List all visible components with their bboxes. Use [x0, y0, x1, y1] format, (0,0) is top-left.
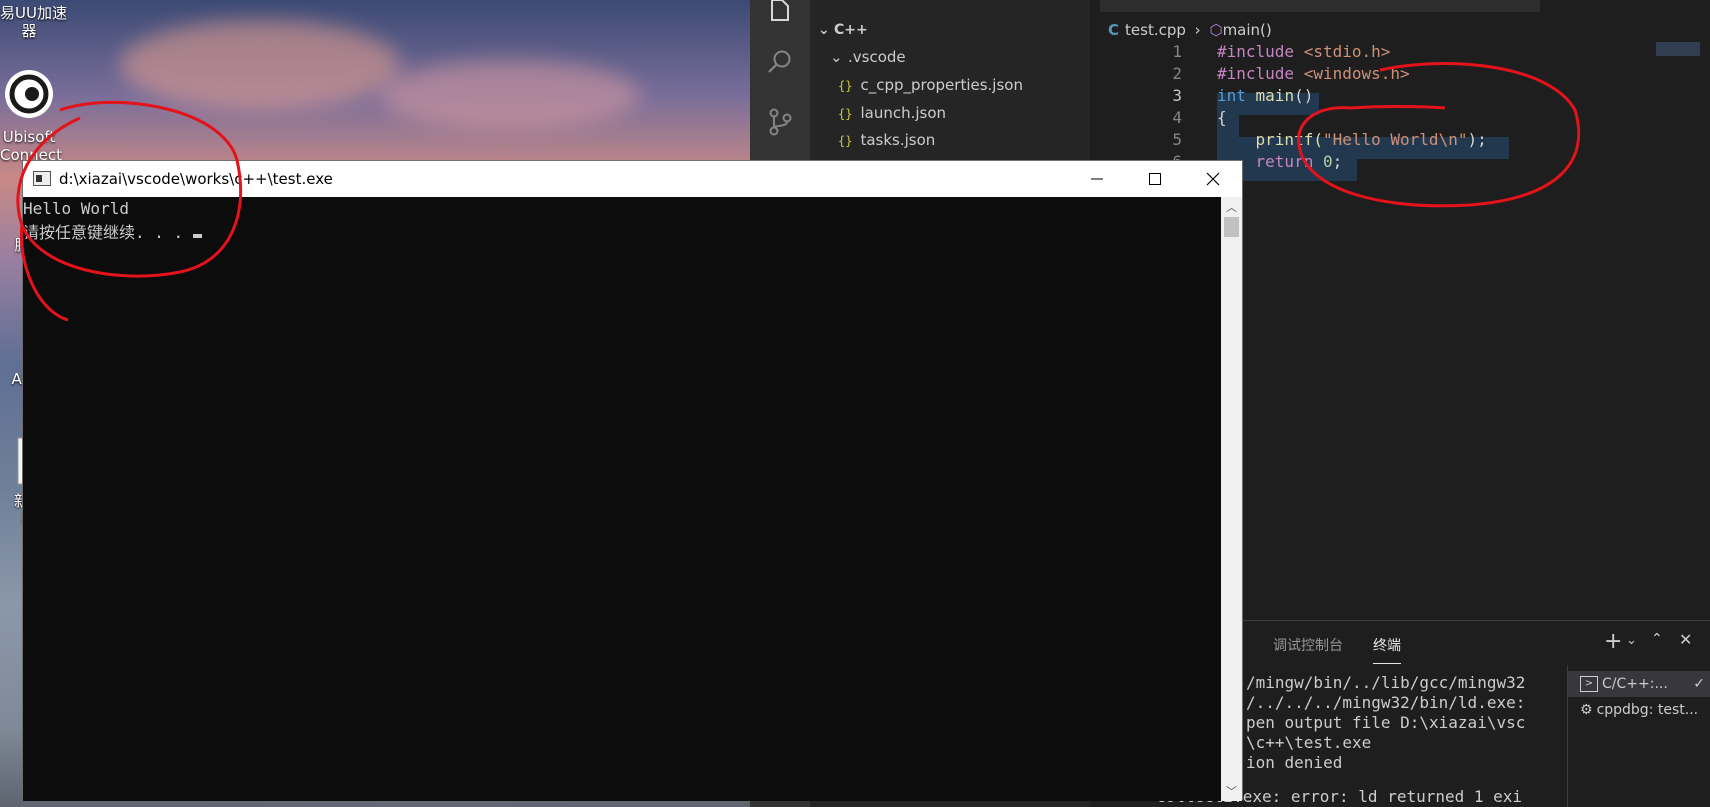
json-file-icon: {}	[838, 79, 853, 93]
terminal-output[interactable]: /mingw/bin/../lib/gcc/mingw32 /../../../…	[1156, 673, 1525, 807]
code-line: #include <stdio.h>	[1217, 42, 1391, 61]
terminal-line: ion denied	[1246, 753, 1343, 772]
bottom-panel: 调试控制台 终端 + ⌄ ⌃ ✕ /mingw/bin/../lib/gcc/m…	[1156, 620, 1710, 807]
terminal-list: > C/C++:... ✓ ⚙ cppdbg: test...	[1567, 665, 1710, 807]
file-label: c_cpp_properties.json	[860, 76, 1023, 94]
console-window[interactable]: d:\xiazai\vscode\works\c++\test.exe Hell…	[22, 160, 1243, 801]
line-number: 1	[1172, 42, 1182, 61]
chevron-down-icon: ⌄	[830, 48, 843, 66]
maximize-icon	[1149, 173, 1161, 185]
line-number: 2	[1172, 64, 1182, 83]
scrollbar-thumb[interactable]	[1224, 217, 1239, 237]
subfolder-label: .vscode	[848, 48, 906, 66]
line-number: 4	[1172, 108, 1182, 127]
source-control-icon	[769, 108, 792, 136]
console-line: Hello World	[23, 199, 129, 218]
text-cursor	[192, 234, 202, 238]
file-c-cpp-properties[interactable]: {} c_cpp_properties.json	[838, 73, 1023, 97]
terminal-item-cpp[interactable]: > C/C++:... ✓	[1568, 671, 1710, 697]
search-icon	[768, 50, 791, 73]
code-line: #include <windows.h>	[1217, 64, 1410, 83]
debug-icon: ⚙	[1580, 702, 1593, 718]
terminal-line: /mingw/bin/../lib/gcc/mingw32	[1246, 673, 1526, 692]
console-app-icon	[33, 171, 51, 186]
console-title: d:\xiazai\vscode\works\c++\test.exe	[59, 170, 333, 188]
minimize-icon	[1091, 178, 1103, 180]
code-line: printf("Hello World\n");	[1217, 130, 1487, 149]
terminal-line: \c++\test.exe	[1246, 733, 1372, 752]
cpp-file-icon: C	[1108, 21, 1120, 39]
add-terminal-icon[interactable]: +	[1604, 629, 1622, 654]
search-activity-button[interactable]	[750, 38, 810, 86]
scroll-up-icon: ︿	[1226, 201, 1237, 214]
file-launch[interactable]: {} launch.json	[838, 101, 946, 125]
desktop-icon-uu[interactable]: 易UU加速 器	[0, 4, 67, 40]
code-line: {	[1217, 108, 1227, 127]
minimize-button[interactable]	[1068, 161, 1126, 197]
files-icon	[771, 0, 789, 21]
maximize-panel-icon[interactable]: ⌃	[1651, 631, 1663, 647]
file-tasks[interactable]: {} tasks.json	[838, 128, 935, 152]
chevron-right-icon: ›	[1194, 21, 1201, 39]
ubisoft-label: Ubisoft Connect	[0, 128, 63, 164]
console-scrollbar[interactable]: ︿ ﹀	[1221, 197, 1242, 801]
console-prompt-text: 请按任意键继续. . .	[23, 223, 193, 242]
ubisoft-icon	[0, 66, 58, 126]
console-titlebar[interactable]: d:\xiazai\vscode\works\c++\test.exe	[23, 161, 1242, 197]
uu-accelerator-label: 易UU加速 器	[0, 4, 67, 40]
terminal-item-label: C/C++:...	[1602, 676, 1668, 692]
line-number: 3	[1172, 86, 1182, 105]
console-body[interactable]: Hello World 请按任意键继续. . .	[23, 197, 1222, 801]
json-file-icon: {}	[838, 107, 853, 121]
line-number: 5	[1172, 130, 1182, 149]
breadcrumb-symbol[interactable]: main()	[1223, 21, 1272, 39]
check-icon: ✓	[1693, 676, 1705, 692]
editor-tab-strip	[1100, 0, 1540, 12]
maximize-button[interactable]	[1126, 161, 1184, 197]
chevron-down-icon: ⌄	[818, 22, 830, 38]
folder-cpp[interactable]: ⌄ C++	[818, 18, 868, 42]
desktop-icon-ubisoft[interactable]: Ubisoft Connect	[0, 66, 62, 164]
folder-label: C++	[834, 22, 868, 38]
terminal-line: /../../../mingw32/bin/ld.exe:	[1246, 693, 1526, 712]
symbol-method-icon: ⬡	[1209, 21, 1223, 39]
console-line: 请按任意键继续. . .	[23, 219, 202, 243]
json-file-icon: {}	[838, 134, 853, 148]
close-icon	[1206, 172, 1220, 186]
breadcrumb: Ctest.cpp › ⬡main()	[1090, 18, 1272, 42]
tab-terminal[interactable]: 终端	[1373, 635, 1401, 664]
scroll-down-icon: ﹀	[1226, 785, 1237, 798]
terminal-item-label: cppdbg: test...	[1596, 702, 1699, 718]
terminal-line: pen output file D:\xiazai\vsc	[1246, 713, 1526, 732]
code-line: int main()	[1217, 86, 1314, 105]
breadcrumb-file[interactable]: test.cpp	[1125, 21, 1186, 39]
minimap[interactable]	[1656, 42, 1700, 56]
terminal-item-cppdbg[interactable]: ⚙ cppdbg: test...	[1580, 697, 1698, 723]
file-label: launch.json	[860, 104, 947, 122]
source-control-activity-button[interactable]	[750, 98, 810, 146]
file-label: tasks.json	[860, 131, 936, 149]
chevron-down-icon[interactable]: ⌄	[1626, 633, 1637, 648]
close-panel-icon[interactable]: ✕	[1679, 630, 1692, 649]
tab-debug-console[interactable]: 调试控制台	[1273, 635, 1343, 655]
close-button[interactable]	[1184, 161, 1242, 197]
terminal-icon: >	[1580, 676, 1598, 692]
explorer-activity-button[interactable]	[750, 0, 810, 34]
folder-vscode[interactable]: ⌄ .vscode	[830, 45, 906, 69]
